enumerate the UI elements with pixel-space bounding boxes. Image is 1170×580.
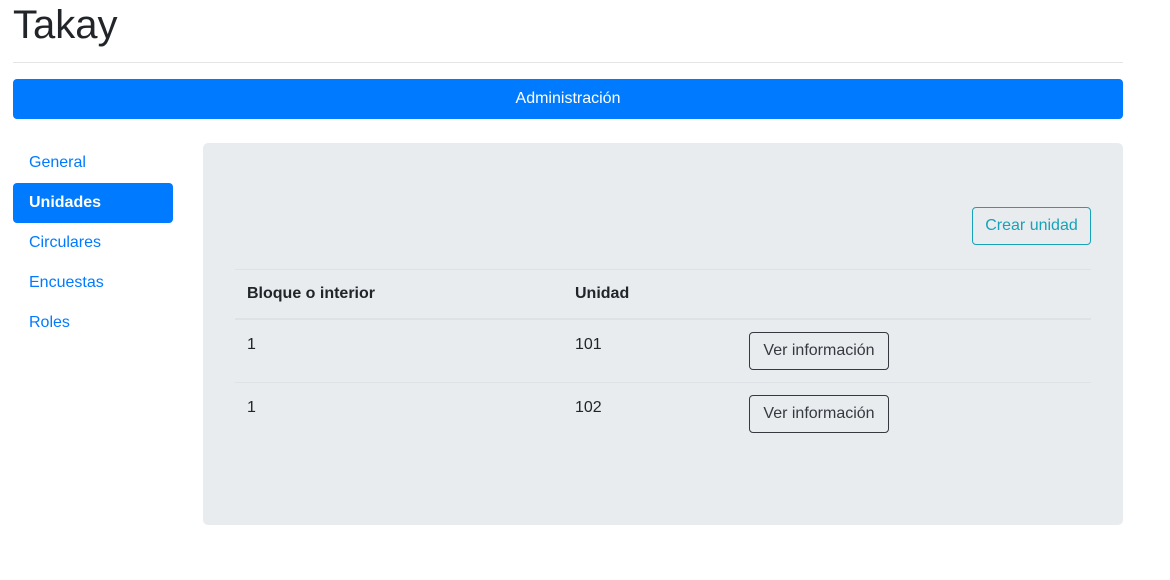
app-title: Takay xyxy=(13,3,118,47)
sidebar-item-unidades[interactable]: Unidades xyxy=(13,183,173,223)
table-row: 1 102 Ver información xyxy=(235,382,1091,445)
sidebar-item-circulares[interactable]: Circulares xyxy=(13,223,173,263)
view-info-button[interactable]: Ver información xyxy=(749,332,889,370)
cell-unidad: 102 xyxy=(563,382,736,445)
units-table: Bloque o interior Unidad 1 101 Ver infor… xyxy=(235,269,1091,445)
content-panel: Crear unidad Bloque o interior Unidad 1 … xyxy=(203,143,1123,525)
table-row: 1 101 Ver información xyxy=(235,318,1091,383)
cell-bloque: 1 xyxy=(235,382,563,445)
cell-bloque-value: 1 xyxy=(247,336,256,353)
cell-unidad: 101 xyxy=(563,318,736,383)
sidebar-nav: General Unidades Circulares Encuestas Ro… xyxy=(13,143,173,343)
cell-actions: Ver información xyxy=(736,382,1091,445)
cell-bloque-value: 1 xyxy=(247,399,256,416)
cell-actions: Ver información xyxy=(736,318,1091,383)
column-header-bloque: Bloque o interior xyxy=(235,269,563,320)
cell-unidad-value: 101 xyxy=(575,336,602,353)
sidebar-item-general[interactable]: General xyxy=(13,143,173,183)
cell-bloque: 1 xyxy=(235,318,563,383)
administration-button[interactable]: Administración xyxy=(13,79,1123,119)
column-header-actions xyxy=(736,269,1091,320)
sidebar-item-roles[interactable]: Roles xyxy=(13,303,173,343)
view-info-button[interactable]: Ver información xyxy=(749,395,889,433)
sidebar-item-encuestas[interactable]: Encuestas xyxy=(13,263,173,303)
create-unit-button[interactable]: Crear unidad xyxy=(972,207,1091,245)
column-header-unidad: Unidad xyxy=(563,269,736,320)
table-header-row: Bloque o interior Unidad xyxy=(235,269,1091,320)
cell-unidad-value: 102 xyxy=(575,399,602,416)
title-divider xyxy=(13,62,1123,63)
